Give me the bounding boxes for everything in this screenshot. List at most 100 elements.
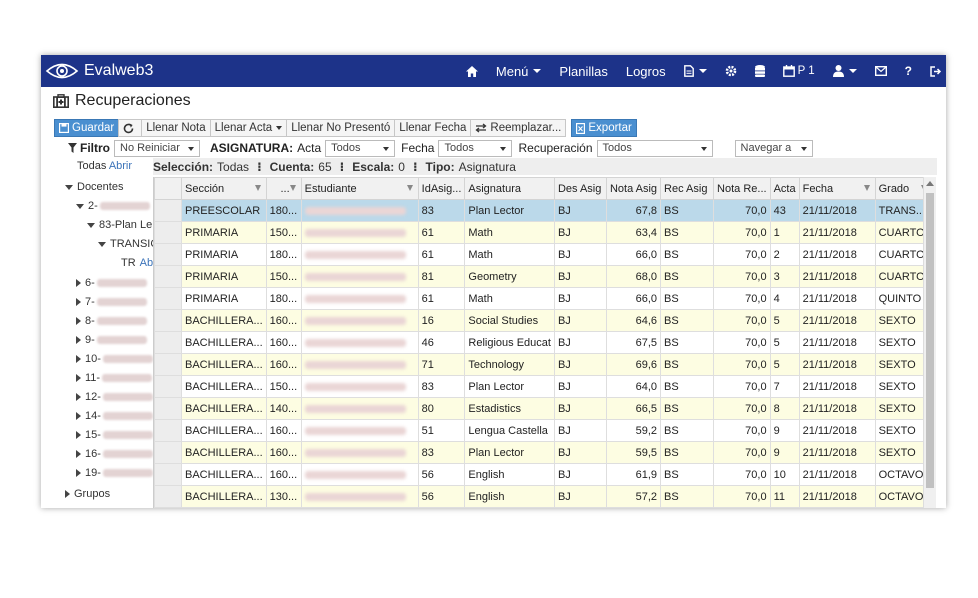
cell-des-asig[interactable]: BJ	[553, 221, 607, 244]
cell-fecha[interactable]: 21/11/2018	[798, 309, 876, 332]
cell-rec-asig[interactable]: BS	[660, 331, 715, 354]
row-header[interactable]	[154, 265, 182, 288]
cell-seccion[interactable]: BACHILLERA...	[181, 419, 267, 442]
tree-node-teacher[interactable]: 12-	[76, 388, 153, 406]
cell-estudiante[interactable]	[300, 287, 419, 310]
cell-des-asig[interactable]: BJ	[553, 331, 607, 354]
cell-idasig[interactable]: 71	[417, 353, 466, 376]
cell-id[interactable]: 160...	[265, 331, 302, 354]
cell-rec-asig[interactable]: BS	[660, 485, 715, 508]
tree-node-grade[interactable]: TRANSIC	[98, 235, 153, 253]
user-menu[interactable]	[832, 65, 857, 77]
table-row[interactable]: BACHILLERA... 130... 56 English BJ 57,2 …	[154, 485, 931, 508]
tree-node-teacher[interactable]: 2-	[76, 197, 150, 215]
cell-nota-asig[interactable]: 63,4	[605, 221, 662, 244]
cell-estudiante[interactable]	[300, 397, 419, 420]
cell-des-asig[interactable]: BJ	[553, 265, 607, 288]
cell-seccion[interactable]: BACHILLERA...	[181, 485, 267, 508]
table-row[interactable]: PRIMARIA 150... 61 Math BJ 63,4 BS 70,0 …	[154, 221, 931, 244]
tree-node-teacher[interactable]: 11-	[76, 369, 153, 387]
cell-id[interactable]: 140...	[265, 397, 302, 420]
cell-acta[interactable]: 11	[769, 485, 800, 508]
column-header[interactable]: Rec Asig	[660, 177, 715, 200]
cell-nota-rec[interactable]: 70,0	[713, 485, 771, 508]
cell-nota-asig[interactable]: 59,5	[605, 441, 662, 464]
table-row[interactable]: BACHILLERA... 160... 51 Lengua Castella …	[154, 419, 931, 442]
row-header[interactable]	[154, 287, 182, 310]
refresh-button[interactable]	[118, 119, 143, 137]
cell-seccion[interactable]: PRIMARIA	[181, 287, 267, 310]
cell-nota-rec[interactable]: 70,0	[713, 463, 771, 486]
fill-no-show-button[interactable]: Llenar No Presentó	[286, 119, 396, 137]
cell-estudiante[interactable]	[300, 309, 419, 332]
row-header[interactable]	[154, 331, 182, 354]
tree-node-group[interactable]: TR Abr	[121, 254, 153, 272]
cell-des-asig[interactable]: BJ	[553, 397, 607, 420]
filter-icon[interactable]	[863, 185, 870, 191]
table-row[interactable]: BACHILLERA... 150... 83 Plan Lector BJ 6…	[154, 375, 931, 398]
cell-fecha[interactable]: 21/11/2018	[798, 331, 876, 354]
cell-nota-rec[interactable]: 70,0	[713, 287, 771, 310]
cell-nota-asig[interactable]: 64,6	[605, 309, 662, 332]
column-header[interactable]: Sección	[181, 177, 267, 200]
cell-des-asig[interactable]: BJ	[553, 243, 607, 266]
cell-asignatura[interactable]: English	[464, 463, 555, 486]
cell-grado[interactable]: SEXTO	[874, 441, 931, 464]
cell-id[interactable]: 160...	[265, 353, 302, 376]
tree-open-link[interactable]: Abrir	[109, 160, 132, 172]
table-row[interactable]: BACHILLERA... 160... 16 Social Studies B…	[154, 309, 931, 332]
cell-rec-asig[interactable]: BS	[660, 221, 715, 244]
row-header[interactable]	[154, 463, 182, 486]
cell-id[interactable]: 180...	[265, 199, 302, 222]
cell-fecha[interactable]: 21/11/2018	[798, 485, 876, 508]
column-header[interactable]: ...	[265, 177, 302, 200]
cell-rec-asig[interactable]: BS	[660, 243, 715, 266]
cell-acta[interactable]: 9	[769, 419, 800, 442]
cell-nota-rec[interactable]: 70,0	[713, 309, 771, 332]
row-header[interactable]	[154, 485, 182, 508]
cell-acta[interactable]: 1	[769, 221, 800, 244]
cell-asignatura[interactable]: Technology	[464, 353, 555, 376]
column-header[interactable]: Des Asig	[553, 177, 607, 200]
cell-asignatura[interactable]: Estadistics	[464, 397, 555, 420]
cell-acta[interactable]: 3	[769, 265, 800, 288]
cell-rec-asig[interactable]: BS	[660, 441, 715, 464]
cell-estudiante[interactable]	[300, 441, 419, 464]
cell-asignatura[interactable]: Math	[464, 243, 555, 266]
cell-nota-rec[interactable]: 70,0	[713, 397, 771, 420]
cell-idasig[interactable]: 61	[417, 221, 466, 244]
tree-node-teacher[interactable]: 10-	[76, 350, 153, 368]
cell-nota-asig[interactable]: 57,2	[605, 485, 662, 508]
cell-id[interactable]: 150...	[265, 221, 302, 244]
cell-fecha[interactable]: 21/11/2018	[798, 199, 876, 222]
cell-acta[interactable]: 5	[769, 309, 800, 332]
cell-grado[interactable]: OCTAVO	[874, 463, 931, 486]
tree-node-teacher[interactable]: 6-	[76, 274, 147, 292]
cell-asignatura[interactable]: Lengua Castella	[464, 419, 555, 442]
cell-nota-asig[interactable]: 67,8	[605, 199, 662, 222]
cell-asignatura[interactable]: Math	[464, 221, 555, 244]
cell-des-asig[interactable]: BJ	[553, 419, 607, 442]
record-select[interactable]: Todos	[325, 139, 396, 157]
cell-idasig[interactable]: 61	[417, 243, 466, 266]
cell-seccion[interactable]: PRIMARIA	[181, 221, 267, 244]
cell-grado[interactable]: CUARTO	[874, 265, 931, 288]
cell-des-asig[interactable]: BJ	[553, 441, 607, 464]
nav-planillas[interactable]: Planillas	[559, 64, 607, 79]
cell-fecha[interactable]: 21/11/2018	[798, 441, 876, 464]
cell-acta[interactable]: 5	[769, 353, 800, 376]
period-selector[interactable]: P 1	[782, 65, 815, 77]
cell-acta[interactable]: 2	[769, 243, 800, 266]
tree-node-teacher[interactable]: 8-	[76, 312, 147, 330]
row-header[interactable]	[154, 353, 182, 376]
cell-seccion[interactable]: PRIMARIA	[181, 265, 267, 288]
cell-seccion[interactable]: BACHILLERA...	[181, 375, 267, 398]
cell-nota-rec[interactable]: 70,0	[713, 375, 771, 398]
cell-rec-asig[interactable]: BS	[660, 265, 715, 288]
cell-id[interactable]: 150...	[265, 265, 302, 288]
cell-fecha[interactable]: 21/11/2018	[798, 243, 876, 266]
row-header[interactable]	[154, 419, 182, 442]
cell-estudiante[interactable]	[300, 265, 419, 288]
cell-id[interactable]: 160...	[265, 309, 302, 332]
cell-asignatura[interactable]: Geometry	[464, 265, 555, 288]
